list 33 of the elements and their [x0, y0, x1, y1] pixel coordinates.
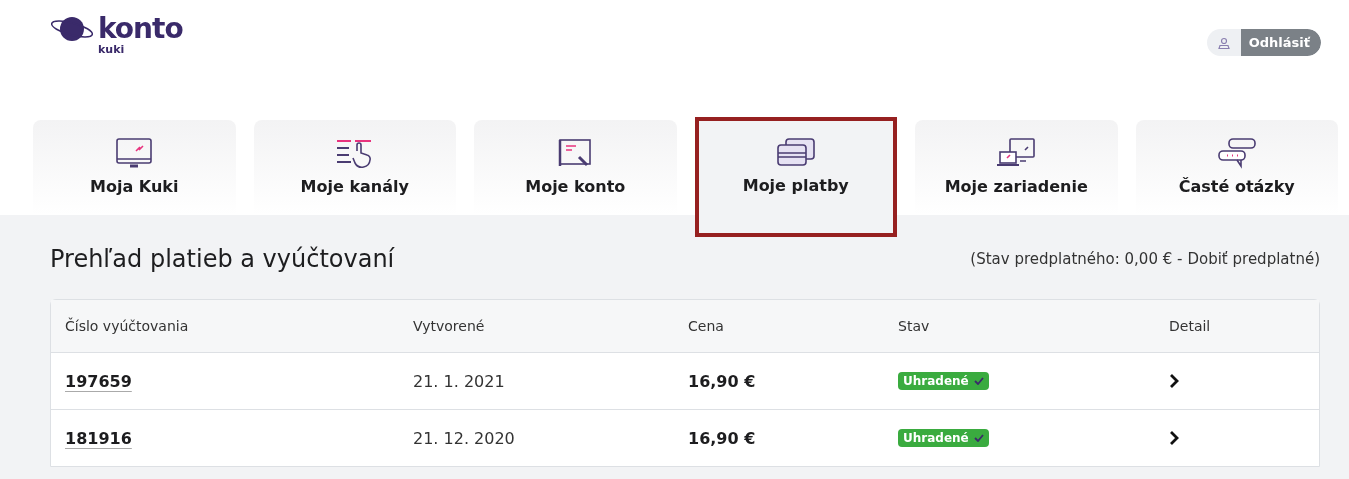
- column-header: Číslo vyúčtovania: [65, 318, 190, 334]
- created-date: 21. 1. 2021: [413, 371, 506, 391]
- monitor-icon: [114, 137, 155, 169]
- status-badge: Uhradené: [898, 372, 989, 390]
- column-header: Cena: [688, 318, 725, 334]
- detail-button[interactable]: [1169, 431, 1179, 445]
- column-header: Stav: [898, 318, 931, 334]
- balance-text: (Stav predplatného: 0,00 € -: [970, 250, 1183, 268]
- column-header: Detail: [1169, 318, 1212, 334]
- price: 16,90 €: [688, 428, 757, 448]
- top-up-link[interactable]: Dobiť predplatné: [1187, 250, 1315, 268]
- status-badge: Uhradené: [898, 429, 989, 447]
- nav-tab[interactable]: Moje platby: [694, 117, 897, 237]
- logout-button[interactable]: Odhlásiť: [1206, 29, 1321, 56]
- chat-icon: [1216, 137, 1257, 169]
- chevron-right-icon: [1169, 431, 1179, 445]
- logo-title: konto: [98, 14, 183, 44]
- price: 16,90 €: [688, 371, 757, 391]
- invoice-number-link[interactable]: 181916: [65, 428, 132, 448]
- column-header: Vytvorené: [413, 318, 486, 334]
- balance-text-end: ): [1314, 250, 1320, 268]
- cards-icon: [775, 136, 816, 168]
- created-date: 21. 12. 2020: [413, 428, 516, 448]
- check-icon: [973, 434, 984, 442]
- chevron-right-icon: [1169, 374, 1179, 388]
- user-icon: [1217, 36, 1230, 49]
- devices-icon: [996, 137, 1037, 169]
- invoice-number-link[interactable]: 197659: [65, 371, 132, 391]
- detail-button[interactable]: [1169, 374, 1179, 388]
- check-icon: [973, 377, 984, 385]
- planet-logo-icon: [50, 14, 94, 44]
- logo-subtitle: kuki: [98, 44, 126, 56]
- page-title: Prehľad platieb a vyúčtovaní: [50, 245, 395, 273]
